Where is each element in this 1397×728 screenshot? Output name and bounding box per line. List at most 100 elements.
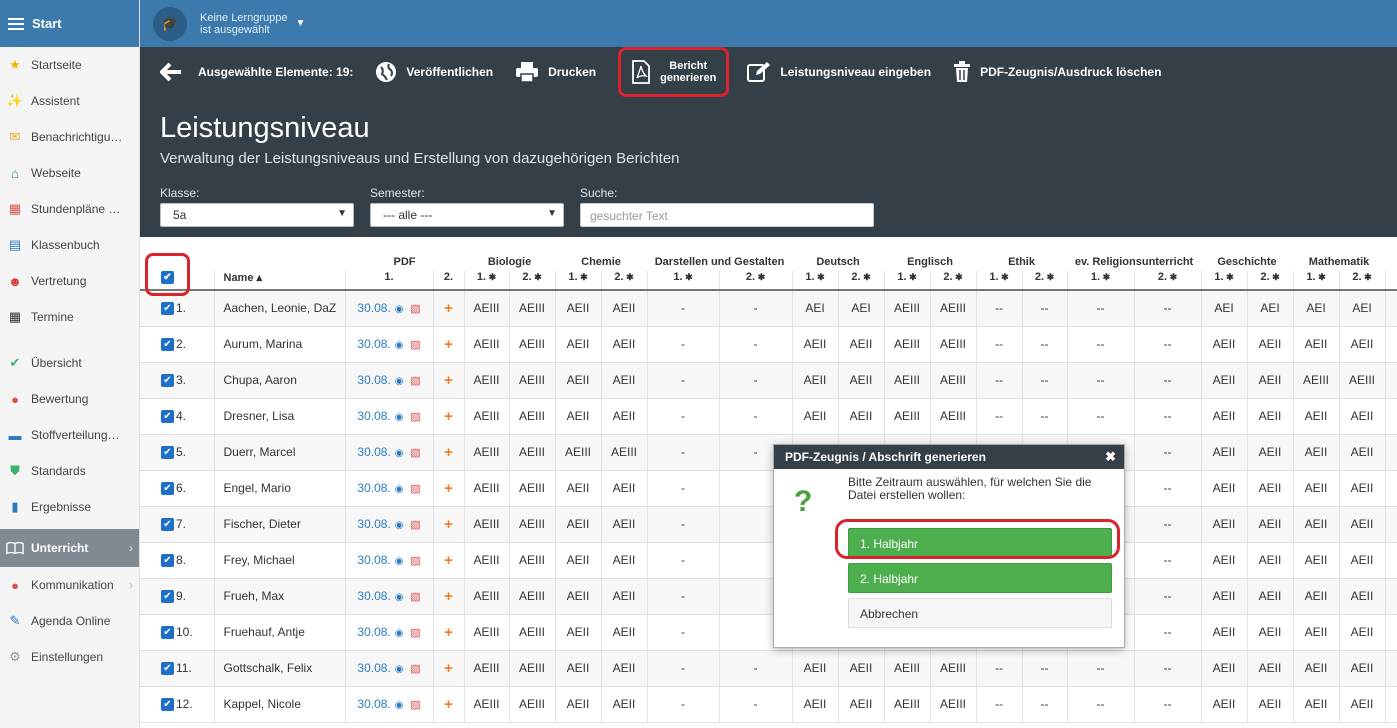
- table-row[interactable]: ✔ 9. Frueh, Max 30.08. ◉ ▧ + AEIII AEIII AEII AEI…: [140, 578, 1397, 615]
- grade-cell[interactable]: AEII: [1293, 470, 1340, 507]
- grade-cell[interactable]: AEIII: [509, 470, 556, 507]
- period-sub-header[interactable]: 2. ✱: [838, 271, 885, 291]
- grade-cell[interactable]: AEII: [1247, 686, 1294, 723]
- pdf-icon[interactable]: ▧: [410, 699, 420, 711]
- grade-cell[interactable]: AEIII: [509, 614, 556, 651]
- plus-icon[interactable]: +: [444, 624, 453, 641]
- grade-cell[interactable]: -: [719, 326, 793, 363]
- grade-cell[interactable]: --: [976, 326, 1023, 363]
- sidebar-item[interactable]: ▦ Termine: [0, 299, 139, 335]
- enter-level-button[interactable]: Leistungsniveau eingeben: [747, 61, 931, 83]
- grade-cell[interactable]: AEIII: [464, 614, 510, 651]
- grade-cell[interactable]: --: [1134, 434, 1202, 471]
- grade-cell[interactable]: AEII: [555, 578, 602, 615]
- grade-cell[interactable]: AEII: [1293, 614, 1340, 651]
- grade-cell[interactable]: --: [1022, 362, 1068, 399]
- grade-cell[interactable]: --: [1067, 650, 1135, 687]
- grade-cell[interactable]: AEIII: [509, 434, 556, 471]
- eye-icon[interactable]: ◉: [395, 556, 404, 567]
- grade-cell[interactable]: AEII: [1293, 398, 1340, 435]
- hamburger-icon[interactable]: [8, 15, 24, 33]
- grade-cell[interactable]: --: [1067, 398, 1135, 435]
- grade-cell[interactable]: --: [976, 650, 1023, 687]
- pdf-icon[interactable]: ▧: [410, 663, 420, 675]
- grade-cell[interactable]: --: [1134, 542, 1202, 579]
- grade-cell[interactable]: -: [719, 362, 793, 399]
- grade-cell[interactable]: AEII: [601, 686, 648, 723]
- graduation-cap-icon[interactable]: 🎓: [153, 6, 187, 41]
- grade-cell[interactable]: AEII: [1247, 398, 1294, 435]
- grade-cell[interactable]: AEII: [601, 290, 648, 327]
- sidebar-item-unterricht[interactable]: Unterricht ›: [0, 529, 139, 567]
- grade-cell[interactable]: AEII: [1293, 578, 1340, 615]
- grade-cell[interactable]: AEIII: [930, 326, 977, 363]
- pdf-date-link[interactable]: 30.08.: [357, 661, 390, 675]
- eye-icon[interactable]: ◉: [395, 664, 404, 675]
- grade-cell[interactable]: AEIII: [930, 398, 977, 435]
- grade-cell[interactable]: AEII: [601, 578, 648, 615]
- grade-cell[interactable]: AEII: [601, 362, 648, 399]
- row-checkbox[interactable]: ✔ 5.: [140, 434, 215, 471]
- print-button[interactable]: Drucken: [515, 61, 596, 83]
- plus-icon[interactable]: +: [444, 696, 453, 713]
- grade-cell[interactable]: AEII: [1201, 614, 1248, 651]
- sidebar-item[interactable]: ⚙ Einstellungen: [0, 639, 139, 675]
- grade-cell[interactable]: AEII: [792, 326, 839, 363]
- grade-cell[interactable]: AEII: [1201, 506, 1248, 543]
- grade-cell[interactable]: --: [976, 362, 1023, 399]
- eye-icon[interactable]: ◉: [395, 412, 404, 423]
- grade-cell[interactable]: --: [1134, 362, 1202, 399]
- pdf-date-link[interactable]: 30.08.: [357, 445, 390, 459]
- grade-cell[interactable]: AEIII: [930, 686, 977, 723]
- row-checkbox[interactable]: ✔ 10.: [140, 614, 215, 651]
- grade-cell[interactable]: -: [719, 398, 793, 435]
- plus-icon[interactable]: +: [444, 588, 453, 605]
- grade-cell[interactable]: AEII: [601, 506, 648, 543]
- grade-cell[interactable]: --: [1067, 362, 1135, 399]
- sidebar-item[interactable]: ✨ Assistent: [0, 83, 139, 119]
- row-checkbox[interactable]: ✔ 8.: [140, 542, 215, 579]
- grade-cell[interactable]: AEIII: [464, 290, 510, 327]
- grade-cell[interactable]: AEII: [601, 326, 648, 363]
- period-sub-header[interactable]: 1. ✱: [1201, 271, 1248, 291]
- period-sub-header[interactable]: 1. ✱: [884, 271, 931, 291]
- table-row[interactable]: ✔ 3. Chupa, Aaron 30.08. ◉ ▧ + AEIII AEIII AEII A…: [140, 362, 1397, 399]
- grade-cell[interactable]: AEII: [1201, 362, 1248, 399]
- grade-cell[interactable]: AEIII: [464, 470, 510, 507]
- group-selector[interactable]: Keine Lerngruppe ist ausgewählt: [200, 12, 287, 36]
- add-cell[interactable]: +: [433, 650, 465, 687]
- period-sub-header[interactable]: 2. ✱: [1247, 271, 1294, 291]
- grade-cell[interactable]: AEIII: [555, 434, 602, 471]
- pdf-cell[interactable]: 30.08. ◉ ▧: [345, 290, 434, 327]
- grade-cell[interactable]: AEIII: [930, 650, 977, 687]
- grade-cell[interactable]: --: [1022, 290, 1068, 327]
- table-row[interactable]: ✔ 8. Frey, Michael 30.08. ◉ ▧ + AEIII AEIII AEII…: [140, 542, 1397, 579]
- grade-cell[interactable]: AEII: [1293, 326, 1340, 363]
- grade-cell[interactable]: AEIII: [509, 362, 556, 399]
- grades-table-container[interactable]: PDF Biologie Chemie Darstellen und Gesta…: [140, 237, 1397, 728]
- pdf-cell[interactable]: 30.08. ◉ ▧: [345, 578, 434, 615]
- grade-cell[interactable]: -: [647, 398, 720, 435]
- table-row[interactable]: ✔ 1. Aachen, Leonie, DaZ 30.08. ◉ ▧ + AEIII AEI…: [140, 290, 1397, 327]
- period-sub-header[interactable]: 1. ✱: [976, 271, 1023, 291]
- grade-cell[interactable]: AEI: [1247, 290, 1294, 327]
- grade-cell[interactable]: AEIII: [464, 686, 510, 723]
- grade-cell[interactable]: AEIII: [464, 650, 510, 687]
- grade-cell[interactable]: AEIII: [509, 326, 556, 363]
- grade-cell[interactable]: AEI: [1201, 290, 1248, 327]
- add-cell[interactable]: +: [433, 290, 465, 327]
- grade-cell[interactable]: AEIII: [601, 434, 648, 471]
- class-select[interactable]: 5a ▼: [160, 203, 354, 227]
- sidebar-item[interactable]: ▮ Ergebnisse: [0, 489, 139, 525]
- pdf-icon[interactable]: ▧: [410, 555, 420, 567]
- grade-cell[interactable]: AEII: [838, 686, 885, 723]
- grade-cell[interactable]: -: [719, 686, 793, 723]
- pdf-date-link[interactable]: 30.08.: [357, 337, 390, 351]
- sidebar-item[interactable]: ✔ Übersicht: [0, 345, 139, 381]
- grade-cell[interactable]: AEII: [1247, 470, 1294, 507]
- grade-cell[interactable]: AEII: [792, 362, 839, 399]
- grade-cell[interactable]: --: [1022, 398, 1068, 435]
- grade-cell[interactable]: AEII: [555, 614, 602, 651]
- grade-cell[interactable]: AEII: [1201, 434, 1248, 471]
- semester-select[interactable]: --- alle --- ▼: [370, 203, 564, 227]
